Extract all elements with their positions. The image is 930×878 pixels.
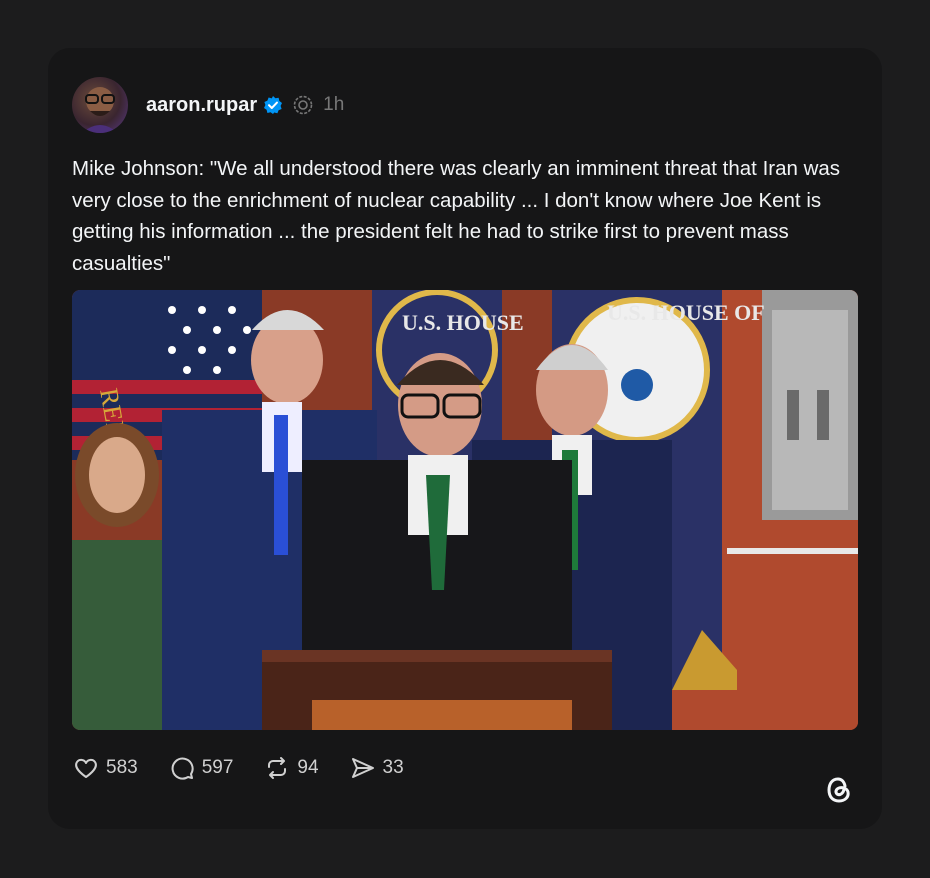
repost-icon	[268, 757, 287, 779]
like-button[interactable]: 583	[72, 754, 138, 782]
like-count: 583	[106, 757, 138, 778]
share-button[interactable]: 33	[349, 754, 404, 782]
reply-button[interactable]: 597	[168, 754, 234, 782]
repost-button[interactable]: 94	[263, 754, 319, 782]
comment-icon	[171, 757, 194, 780]
verified-badge-icon	[264, 96, 283, 114]
post-header: aaron.rupar 1h	[72, 76, 344, 134]
threads-circle-icon	[293, 95, 313, 115]
repost-count: 94	[297, 757, 319, 778]
heart-icon	[75, 758, 97, 778]
post-text: Mike Johnson: "We all understood there w…	[72, 157, 841, 275]
avatar[interactable]	[72, 77, 128, 133]
banner-text-right: U.S. HOUSE OF	[607, 300, 765, 325]
share-count: 33	[382, 757, 404, 778]
username[interactable]: aaron.rupar	[146, 94, 257, 117]
banner-text-left: U.S. HOUSE	[402, 310, 524, 335]
post-card[interactable]: aaron.rupar 1h Mike Johnson: "We all und…	[48, 48, 882, 829]
reply-count: 597	[201, 757, 234, 778]
post-image[interactable]: REPRE U.S. HOUSE U.S. HOUSE OF	[72, 290, 858, 730]
post-time: 1h	[323, 94, 345, 115]
send-icon	[351, 758, 374, 778]
threads-logo-icon[interactable]	[822, 773, 856, 807]
action-bar: 583 597 94 33	[72, 753, 434, 783]
